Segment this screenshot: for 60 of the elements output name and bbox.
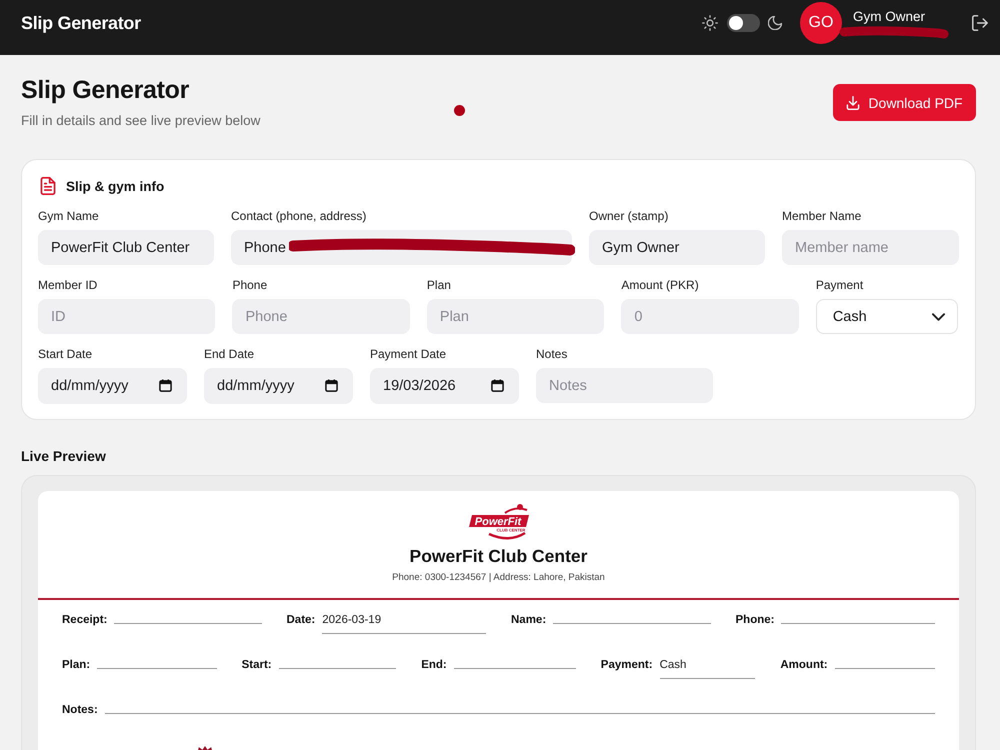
logo-wordmark: PowerFit: [474, 516, 521, 528]
logo-drawing: [468, 504, 528, 540]
document-icon: [40, 177, 56, 195]
field-label: End:: [421, 658, 447, 672]
field-label: Receipt:: [62, 613, 108, 627]
text-field[interactable]: Plan: [426, 299, 604, 334]
payment-select[interactable]: Cash: [816, 299, 958, 334]
date-field[interactable]: dd/mm/yyyy: [204, 368, 353, 404]
field-label: Member ID: [38, 278, 98, 293]
field-label: Gym Name: [38, 209, 99, 224]
field-label: Payment:: [600, 658, 653, 672]
text-field[interactable]: ID: [38, 299, 216, 334]
text-field[interactable]: Member name: [782, 230, 959, 265]
section-title: Slip & gym info: [66, 178, 164, 194]
fill-in-line: Cash: [660, 658, 756, 679]
gym-contact: Phone: 0300-1234567 | Address: Lahore, Pakistan: [392, 572, 605, 584]
field-label: Plan: [426, 278, 451, 293]
user-name: Gym Owner: [853, 9, 926, 24]
section-title: Live Preview: [21, 447, 106, 465]
field-label: Member Name: [782, 209, 862, 224]
field-label: Phone:: [736, 613, 774, 627]
chevron-down-icon: [932, 312, 945, 320]
field-label: Payment: [816, 278, 864, 293]
app-title: Slip Generator: [21, 12, 141, 34]
field-label: Contact (phone, address): [231, 209, 366, 224]
page-title: Slip Generator: [21, 75, 190, 105]
download-icon: [846, 96, 860, 110]
dot-icon: [454, 105, 465, 116]
field-label: Amount (PKR): [621, 278, 699, 293]
calendar-icon[interactable]: [325, 379, 338, 392]
logout-icon[interactable]: [972, 15, 988, 31]
field-label: Plan:: [62, 658, 90, 672]
field-label: Start:: [242, 658, 272, 672]
field-label: Phone: [232, 278, 268, 293]
field-label: Name:: [511, 613, 546, 627]
sun-icon: [702, 15, 718, 31]
date-field[interactable]: 19/03/2026: [370, 368, 519, 404]
user-avatar[interactable]: GO: [800, 2, 842, 44]
calendar-icon[interactable]: [159, 379, 172, 392]
field-label: Notes:: [62, 703, 98, 717]
date-field[interactable]: dd/mm/yyyy: [38, 368, 187, 404]
field-label: Owner (stamp): [589, 209, 668, 224]
field-label: Start Date: [38, 347, 92, 362]
text-field[interactable]: 0: [621, 299, 799, 334]
text-field[interactable]: PowerFit Club Center: [38, 230, 214, 265]
text-field[interactable]: Gym Owner: [589, 230, 765, 265]
field-label: Date:: [286, 613, 316, 627]
fill-in-line: 2026-03-19: [322, 613, 486, 634]
field-label: End Date: [204, 347, 254, 362]
text-field[interactable]: Phone: [232, 299, 410, 334]
text-field[interactable]: Notes: [536, 368, 713, 403]
field-label: Notes: [536, 347, 568, 362]
field-label: Payment Date: [370, 347, 446, 362]
moon-icon: [768, 16, 782, 30]
download-pdf-button[interactable]: Download PDF: [833, 84, 976, 121]
theme-toggle[interactable]: [727, 14, 760, 32]
gym-name: PowerFit Club Center: [410, 545, 588, 567]
page-subtitle: Fill in details and see live preview below: [21, 112, 260, 130]
field-label: Amount:: [780, 658, 828, 672]
calendar-icon[interactable]: [491, 379, 504, 392]
